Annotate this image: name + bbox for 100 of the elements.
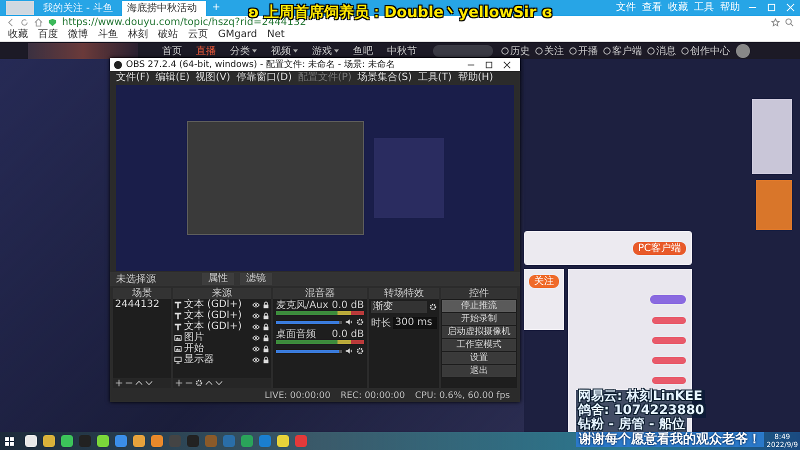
duration-field[interactable]: 300 ms (393, 317, 437, 329)
browser-tab[interactable]: 海底捞中秋活动 (122, 1, 206, 16)
lock-icon[interactable] (262, 356, 270, 364)
up-icon[interactable] (135, 379, 143, 387)
lock-icon[interactable] (262, 344, 270, 352)
bookmark-link[interactable]: 斗鱼 (98, 29, 118, 41)
app-icon[interactable] (61, 435, 73, 447)
bookmark-link[interactable]: 百度 (38, 29, 58, 41)
speaker-icon[interactable] (345, 347, 353, 355)
eye-icon[interactable] (252, 300, 260, 308)
eye-icon[interactable] (252, 322, 260, 330)
dock-title: 控件 (441, 288, 517, 299)
nav-item[interactable]: 视频 (271, 44, 298, 58)
search-icon[interactable] (785, 18, 794, 27)
down-icon[interactable] (215, 379, 223, 387)
thumbnail-placeholder (6, 1, 34, 15)
source-item[interactable]: 文本 (GDI+) (184, 321, 250, 332)
lock-icon[interactable] (262, 300, 270, 308)
plus-icon[interactable] (115, 379, 123, 387)
windows-icon[interactable] (4, 436, 15, 446)
transition-dropdown[interactable]: 渐变 (371, 301, 427, 313)
nav-item[interactable]: 鱼吧 (353, 44, 373, 58)
close-icon[interactable] (503, 60, 511, 68)
circle-icon[interactable] (501, 46, 509, 54)
down-icon[interactable] (145, 379, 153, 387)
eye-icon[interactable] (252, 356, 260, 364)
star-icon[interactable] (771, 18, 780, 27)
toolbar-button[interactable]: 滤镜 (240, 273, 272, 285)
app-icon[interactable] (277, 435, 289, 447)
bookmark-link[interactable]: 收藏 (8, 29, 28, 41)
eye-icon[interactable] (252, 334, 260, 342)
channel-reading: 0.0 dB (332, 329, 364, 340)
control-button[interactable]: 工作室模式 (442, 339, 516, 351)
menu-item[interactable]: 文件(F) (116, 71, 150, 84)
app-icon[interactable] (133, 435, 145, 447)
search-field[interactable] (433, 44, 493, 56)
bookmark-link[interactable]: 破站 (158, 29, 178, 41)
action-label[interactable]: 开播 (578, 44, 598, 58)
nav-item[interactable]: 直播 (196, 44, 216, 58)
scene-item[interactable]: 2444132 (113, 299, 171, 310)
control-button[interactable]: 启动虚拟摄像机 (442, 326, 516, 338)
source-item[interactable]: 开始 (184, 343, 250, 354)
dock-title: 转场特效 (369, 288, 439, 299)
action-label[interactable]: 消息 (656, 44, 676, 58)
action-label[interactable]: 客户端 (612, 44, 642, 58)
maximize-icon[interactable] (485, 60, 493, 68)
eye-icon[interactable] (252, 312, 260, 320)
speaker-icon[interactable] (345, 318, 353, 326)
rank-button[interactable] (650, 295, 686, 304)
lock-icon[interactable] (262, 322, 270, 330)
menu-item[interactable]: 视图(V) (196, 71, 230, 84)
nav-item[interactable]: 分类 (230, 44, 257, 58)
up-icon[interactable] (205, 379, 213, 387)
refresh-icon[interactable] (20, 18, 29, 27)
app-icon[interactable] (25, 435, 37, 447)
app-icon[interactable] (97, 435, 109, 447)
nav-item[interactable]: 游戏 (312, 44, 339, 58)
action-label[interactable]: 关注 (544, 44, 564, 58)
bookmark-link[interactable]: 林刻 (128, 29, 148, 41)
circle-icon[interactable] (535, 46, 543, 54)
source-item[interactable]: 显示器 (184, 354, 250, 365)
gear-icon[interactable] (195, 379, 203, 387)
bookmark-link[interactable]: Net (267, 29, 285, 41)
app-icon[interactable] (43, 435, 55, 447)
action-label[interactable]: 历史 (510, 44, 530, 58)
gear-icon[interactable] (429, 303, 437, 311)
nav-item[interactable]: 中秋节 (387, 44, 417, 58)
lock-icon[interactable] (262, 334, 270, 342)
eye-icon[interactable] (252, 344, 260, 352)
bookmark-link[interactable]: 云页 (188, 29, 208, 41)
source-item[interactable]: 图片 (184, 332, 250, 343)
nav-item[interactable]: 首页 (162, 44, 182, 58)
circle-icon[interactable] (681, 46, 689, 54)
circle-icon[interactable] (569, 46, 577, 54)
menu-item[interactable]: 停靠窗口(D) (236, 71, 292, 84)
gear-icon[interactable] (356, 347, 364, 355)
menu-item[interactable]: 编辑(E) (156, 71, 190, 84)
bookmark-link[interactable]: GMgard (218, 29, 258, 41)
control-button[interactable]: 停止推流 (442, 300, 516, 312)
bookmark-link[interactable]: 微博 (68, 29, 88, 41)
ad-banner (756, 180, 792, 230)
menu-item[interactable]: 工具(T) (418, 71, 452, 84)
plus-icon[interactable] (175, 379, 183, 387)
menu-item[interactable]: 帮助(H) (458, 71, 494, 84)
source-item[interactable]: 文本 (GDI+) (184, 310, 250, 321)
overlay-banner: 谢谢每个愿意看我的观众老爷！ (576, 432, 764, 447)
circle-icon[interactable] (647, 46, 655, 54)
home-icon[interactable] (34, 18, 43, 27)
lock-icon[interactable] (262, 312, 270, 320)
action-label[interactable]: 创作中心 (690, 44, 730, 58)
control-button[interactable]: 设置 (442, 352, 516, 364)
pc-client-button[interactable]: PC客户端 (632, 242, 686, 254)
circle-icon[interactable] (603, 46, 611, 54)
menu-item[interactable]: 场景集合(S) (358, 71, 412, 84)
back-icon[interactable] (6, 18, 15, 27)
toolbar-button[interactable]: 属性 (202, 273, 234, 285)
control-button[interactable]: 开始录制 (442, 313, 516, 325)
gear-icon[interactable] (356, 318, 364, 326)
dock-title: 来源 (173, 288, 271, 299)
control-button[interactable]: 退出 (442, 365, 516, 377)
